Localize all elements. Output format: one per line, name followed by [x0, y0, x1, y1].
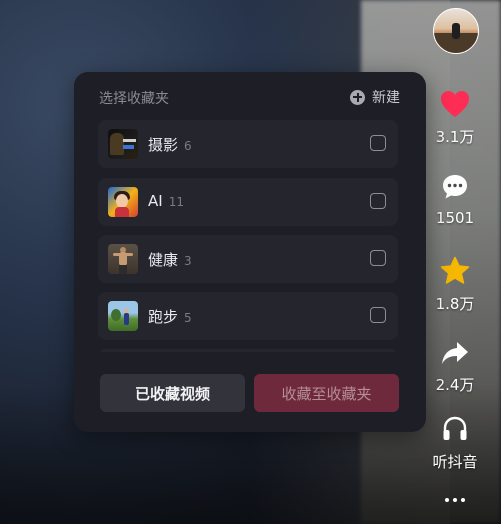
health-thumbnail [108, 244, 138, 274]
folder-row[interactable]: AI 11 [98, 178, 398, 226]
star-icon [440, 256, 470, 284]
folder-checkbox[interactable] [370, 135, 386, 151]
collection-dialog: 选择收藏夹 新建 摄影 6 AI 11 健康 3 跑步 5 已收藏视频 收藏至收… [74, 72, 426, 432]
listen-button[interactable]: 听抖音 [425, 415, 485, 472]
running-thumbnail [108, 301, 138, 331]
share-button[interactable]: 2.4万 [425, 340, 485, 395]
new-folder-button[interactable]: 新建 [350, 86, 400, 108]
folder-name: AI 11 [148, 192, 184, 210]
favorite-count: 1.8万 [435, 295, 475, 313]
folder-checkbox[interactable] [370, 250, 386, 266]
saved-videos-button[interactable]: 已收藏视频 [100, 374, 245, 412]
heart-icon [441, 91, 469, 117]
favorite-button[interactable]: 1.8万 [425, 256, 485, 314]
listen-label: 听抖音 [432, 453, 478, 471]
folder-name: 摄影 6 [148, 136, 192, 154]
folder-row[interactable]: 健康 3 [98, 235, 398, 283]
like-button[interactable]: 3.1万 [425, 90, 485, 147]
folder-count: 5 [184, 311, 192, 325]
folder-name: 跑步 5 [148, 308, 192, 326]
folder-name: 健康 3 [148, 251, 192, 269]
folder-checkbox[interactable] [370, 193, 386, 209]
folder-row-partial[interactable] [98, 349, 398, 352]
folder-checkbox[interactable] [370, 307, 386, 323]
creator-avatar[interactable] [433, 8, 479, 54]
share-count: 2.4万 [435, 376, 475, 394]
folder-count: 6 [184, 139, 192, 153]
share-icon [442, 342, 468, 364]
folder-row[interactable]: 摄影 6 [98, 120, 398, 168]
plus-circle-icon [350, 89, 365, 105]
collect-to-folder-button[interactable]: 收藏至收藏夹 [254, 374, 399, 412]
headphones-icon [443, 416, 467, 440]
dialog-title: 选择收藏夹 [99, 91, 169, 107]
more-options-button[interactable] [443, 492, 467, 508]
folder-count: 11 [168, 195, 184, 209]
action-rail: 3.1万 1501 1.8万 2.4万 听抖音 [425, 0, 485, 524]
comment-icon [443, 175, 467, 199]
folder-row[interactable]: 跑步 5 [98, 292, 398, 340]
folder-count: 3 [184, 254, 192, 268]
new-folder-label: 新建 [372, 90, 400, 106]
comment-button[interactable]: 1501 [425, 173, 485, 227]
photography-thumbnail [108, 129, 138, 159]
comment-count: 1501 [435, 209, 475, 227]
ai-thumbnail [108, 187, 138, 217]
like-count: 3.1万 [435, 128, 475, 146]
folder-list[interactable]: 摄影 6 AI 11 健康 3 跑步 5 [98, 120, 398, 352]
